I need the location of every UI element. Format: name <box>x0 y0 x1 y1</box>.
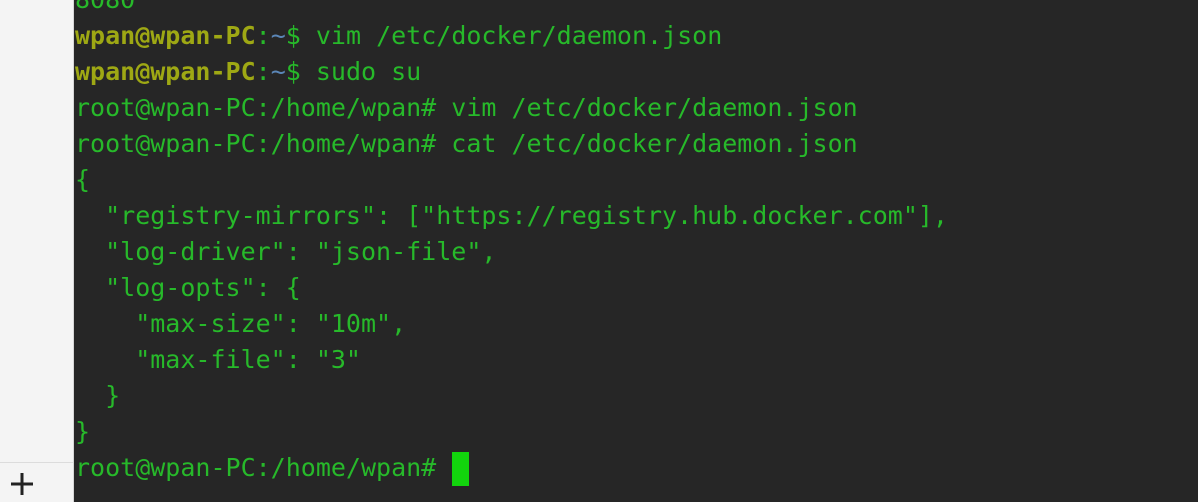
active-prompt-line: root@wpan-PC:/home/wpan# <box>75 450 948 486</box>
prompt-user: wpan@wpan-PC <box>75 57 256 86</box>
json-output-line: { <box>75 165 91 194</box>
json-output-line: "max-size": "10m", <box>75 309 407 338</box>
json-output-line: } <box>75 417 91 446</box>
add-tab-button[interactable] <box>8 470 36 498</box>
json-output-line: "log-driver": "json-file", <box>75 237 497 266</box>
prompt-user: wpan@wpan-PC <box>75 21 256 50</box>
terminal-output[interactable]: 8080 wpan@wpan-PC:~$ vim /etc/docker/dae… <box>74 0 1198 502</box>
root-prompt: root@wpan-PC:/home/wpan# <box>75 453 452 482</box>
prompt-line: wpan@wpan-PC:~$ vim /etc/docker/daemon.j… <box>75 18 948 54</box>
prompt-dollar: $ <box>285 57 301 86</box>
output-line: 8080 <box>75 0 948 18</box>
command-text: vim /etc/docker/daemon.json <box>300 21 723 50</box>
command-text: sudo su <box>300 57 422 86</box>
prompt-dollar: $ <box>285 21 301 50</box>
prompt-separator: : <box>255 21 271 50</box>
json-output-line: "registry-mirrors": ["https://registry.h… <box>75 201 948 230</box>
json-output-line: } <box>75 381 121 410</box>
json-output-line: "max-file": "3" <box>75 345 361 374</box>
root-command-line: root@wpan-PC:/home/wpan# cat /etc/docker… <box>75 129 858 158</box>
plus-icon <box>11 473 33 495</box>
tab-sidebar <box>0 0 74 502</box>
prompt-line: wpan@wpan-PC:~$ sudo su <box>75 54 948 90</box>
prompt-path: ~ <box>270 57 286 86</box>
prompt-separator: : <box>255 57 271 86</box>
sidebar-footer <box>0 462 73 502</box>
json-output-line: "log-opts": { <box>75 273 301 302</box>
terminal-window: 8080 wpan@wpan-PC:~$ vim /etc/docker/dae… <box>0 0 1198 502</box>
root-command-line: root@wpan-PC:/home/wpan# vim /etc/docker… <box>75 93 858 122</box>
text-cursor <box>452 452 470 486</box>
prompt-path: ~ <box>270 21 286 50</box>
terminal-lines: 8080 wpan@wpan-PC:~$ vim /etc/docker/dae… <box>75 0 948 486</box>
